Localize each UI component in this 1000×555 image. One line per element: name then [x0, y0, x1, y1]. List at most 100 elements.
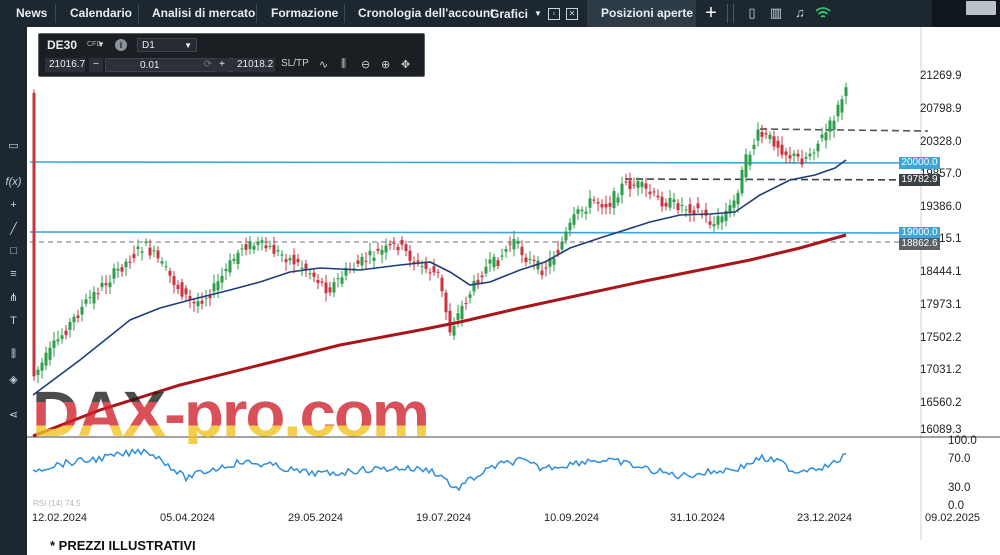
candle-body — [208, 295, 212, 299]
candle-body — [32, 92, 36, 377]
candle-body — [748, 154, 752, 166]
candle-body — [632, 184, 636, 186]
line-chart-icon[interactable]: ∿ — [319, 58, 328, 71]
candle-body — [116, 268, 120, 271]
level-tag-20000[interactable]: 20000.0 — [899, 157, 940, 169]
candle-body — [828, 120, 832, 132]
candle-body — [420, 266, 424, 268]
tab-posizioni-label[interactable]: Posizioni aperte — [599, 0, 695, 27]
candle-body — [432, 266, 436, 273]
nav-formazione[interactable]: Formazione — [269, 0, 340, 27]
watermark-logo: DAX-pro.com — [30, 378, 430, 450]
candle-body — [444, 292, 448, 313]
grid-icon[interactable]: ▫ — [547, 7, 560, 20]
candle-body — [280, 254, 284, 256]
candle-body — [824, 132, 828, 141]
candle-body — [84, 299, 88, 304]
layers-icon[interactable]: ◈ — [0, 371, 27, 389]
candle-body — [708, 221, 712, 225]
candle-body — [712, 224, 716, 227]
sltp-button[interactable]: SL/TP — [281, 58, 309, 69]
sell-price-button[interactable]: 21016.7 — [45, 58, 85, 72]
candle-body — [676, 203, 680, 211]
candle-body — [100, 282, 104, 288]
candle-body — [544, 267, 548, 269]
candle-body — [756, 129, 760, 141]
candle-body — [440, 277, 444, 292]
price-chart[interactable] — [27, 27, 1000, 540]
candles-icon[interactable]: ⫼ — [341, 58, 346, 71]
moving-average-fast — [32, 159, 847, 396]
candle-body — [688, 204, 692, 214]
candle-body — [820, 134, 824, 139]
pencil-icon[interactable]: ╱ — [0, 220, 27, 238]
increase-volume-button[interactable]: + — [215, 58, 229, 72]
candle-body — [404, 244, 408, 251]
candle-body — [312, 272, 316, 277]
wifi-icon[interactable] — [815, 6, 831, 20]
candle-body — [300, 267, 304, 270]
candle-body — [292, 254, 296, 265]
function-icon[interactable]: f(x) — [0, 173, 27, 191]
bell-icon[interactable]: ♫ — [792, 5, 808, 21]
screen-icon[interactable]: ▭ — [0, 137, 27, 155]
timeframe-select[interactable]: D1 ▼ — [137, 38, 197, 52]
candle-body — [736, 192, 740, 205]
rectangle-icon[interactable]: □ — [0, 242, 27, 260]
candles-icon[interactable]: ⫼ — [0, 345, 27, 363]
move-icon[interactable]: ✥ — [401, 58, 410, 71]
decrease-volume-button[interactable]: − — [89, 58, 103, 72]
nav-news[interactable]: News — [14, 0, 49, 27]
nav-calendario[interactable]: Calendario — [68, 0, 134, 27]
chevron-down-icon[interactable]: ▼ — [97, 40, 105, 49]
candle-body — [500, 255, 504, 257]
candle-body — [552, 258, 556, 265]
zoom-in-icon[interactable]: ⊕ — [381, 58, 390, 71]
candle-body — [520, 246, 524, 256]
candle-body — [564, 231, 568, 241]
chevron-down-icon[interactable]: ▼ — [534, 9, 542, 18]
columns-icon[interactable]: ▥ — [768, 5, 784, 21]
chart-canvas[interactable] — [27, 27, 1000, 540]
grafici-tab[interactable]: Grafici ▼ ▫ ✕ — [490, 0, 578, 27]
plus-icon[interactable]: + — [698, 0, 724, 27]
candle-body — [512, 238, 516, 250]
reset-icon[interactable]: ⟳ — [204, 59, 212, 71]
share-icon[interactable]: ⋖ — [0, 406, 27, 424]
level-tag-19782[interactable]: 19782.9 — [899, 174, 940, 186]
fibonacci-icon[interactable]: ≡ — [0, 265, 27, 283]
candle-body — [148, 247, 152, 256]
candle-body — [460, 305, 464, 320]
candle-body — [480, 275, 484, 278]
date-tick: 31.10.2024 — [670, 512, 726, 524]
nav-divider — [256, 4, 257, 23]
level-tag-18862[interactable]: 18862.6 — [899, 238, 940, 250]
candle-body — [660, 196, 664, 207]
candle-body — [692, 210, 696, 215]
symbol-label[interactable]: DE30 — [47, 38, 77, 52]
candle-body — [264, 245, 268, 249]
candle-body — [216, 281, 220, 291]
grafici-label: Grafici — [490, 6, 529, 21]
buy-price-button[interactable]: 21018.2 — [233, 58, 275, 72]
candle-body — [80, 306, 84, 315]
close-icon[interactable]: ✕ — [565, 7, 578, 20]
nav-cronologia[interactable]: Cronologia dell'account — [356, 0, 496, 27]
cart-icon[interactable] — [966, 1, 996, 15]
rsi-tick: 70.0 — [948, 453, 971, 465]
gann-icon[interactable]: ⋔ — [0, 289, 27, 307]
rsi-tick: 30.0 — [948, 482, 971, 494]
info-icon[interactable]: i — [115, 39, 127, 51]
candle-body — [140, 251, 144, 253]
text-icon[interactable]: T — [0, 312, 27, 330]
sidebar-icon[interactable]: ▯ — [744, 5, 760, 21]
candle-body — [556, 249, 560, 254]
candle-body — [768, 134, 772, 140]
crosshair-icon[interactable]: + — [0, 196, 27, 214]
price-tick: 20328.0 — [920, 136, 962, 148]
candle-body — [284, 259, 288, 263]
nav-analisi[interactable]: Analisi di mercato — [150, 0, 257, 27]
candle-body — [668, 197, 672, 208]
zoom-out-icon[interactable]: ⊖ — [361, 58, 370, 71]
candle-body — [576, 209, 580, 214]
